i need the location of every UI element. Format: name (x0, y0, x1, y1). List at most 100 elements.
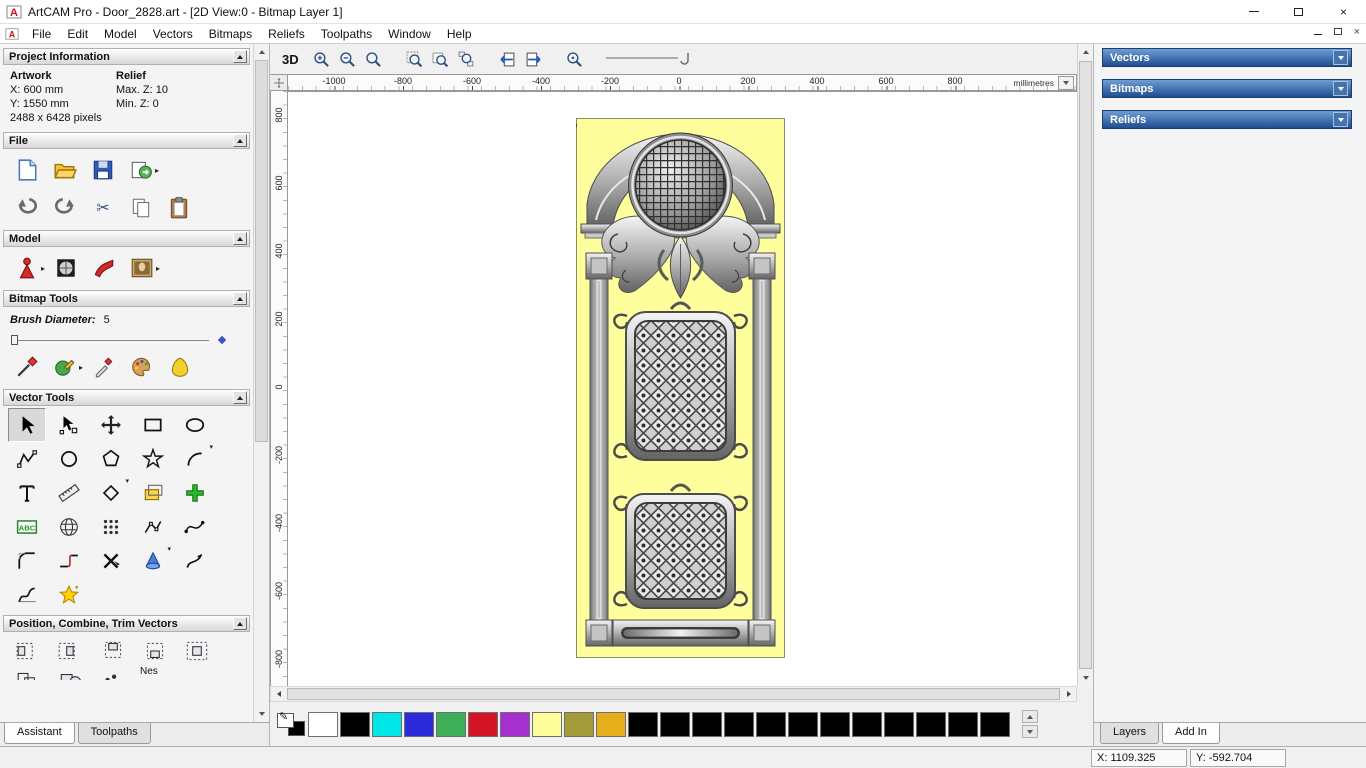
collapse-button[interactable] (233, 617, 247, 630)
child-close-button[interactable]: × (1354, 26, 1360, 38)
fillet-vectors-icon[interactable] (8, 544, 46, 578)
collapse-button[interactable] (233, 50, 247, 63)
create-polyline-icon[interactable] (8, 442, 46, 476)
align-top-icon[interactable] (92, 636, 134, 666)
palette-swatch[interactable] (724, 711, 754, 737)
create-ellipse-icon[interactable] (176, 408, 214, 442)
cut-icon[interactable]: ✂ (84, 191, 122, 225)
nesting-icon[interactable]: Nes (140, 666, 158, 677)
horizontal-scrollbar[interactable] (270, 686, 1077, 702)
scroll-right-button[interactable] (1061, 687, 1076, 701)
bitmaps-section-bar[interactable]: Bitmaps (1102, 79, 1352, 98)
zoom-out-icon[interactable] (336, 48, 359, 71)
select-vectors-icon[interactable] (8, 408, 46, 442)
tab-assistant[interactable]: Assistant (4, 723, 75, 744)
scroll-up-button[interactable] (254, 44, 269, 60)
scroll-down-button[interactable] (254, 706, 269, 722)
create-door-shape-icon[interactable]: ▾ (92, 476, 130, 510)
palette-swatch[interactable] (820, 711, 850, 737)
transform-vectors-icon[interactable] (50, 408, 88, 442)
align-left-icon[interactable] (8, 636, 50, 666)
scrollbar-thumb[interactable] (255, 60, 268, 442)
palette-swatch[interactable] (404, 711, 434, 737)
palette-swatch[interactable] (660, 711, 690, 737)
collapse-button[interactable] (233, 292, 247, 305)
trim-vectors-icon[interactable] (92, 544, 130, 578)
close-button[interactable]: × (1321, 0, 1366, 23)
menu-edit[interactable]: Edit (59, 25, 96, 43)
zoom-fit-drawing-icon[interactable] (429, 48, 452, 71)
palette-swatch[interactable] (916, 711, 946, 737)
dropdown-arrow-icon[interactable]: ▾ (125, 477, 129, 485)
centre-in-page-icon[interactable] (176, 636, 218, 666)
view-3d-button[interactable]: 3D (280, 50, 307, 69)
create-polygon-icon[interactable] (92, 442, 130, 476)
brush-diameter-slider[interactable] (10, 333, 243, 347)
palette-scroll-up-button[interactable] (1022, 710, 1038, 723)
ruler-units-dropdown[interactable] (1058, 76, 1074, 90)
palette-swatch[interactable] (948, 711, 978, 737)
palette-swatch[interactable] (884, 711, 914, 737)
palette-swatch[interactable] (468, 711, 498, 737)
create-star-icon[interactable] (134, 442, 172, 476)
vectors-dropdown-button[interactable] (1333, 50, 1348, 65)
scroll-down-button[interactable] (1078, 670, 1093, 686)
weld-vectors-icon[interactable] (50, 666, 92, 680)
save-model-icon[interactable] (84, 153, 122, 187)
set-model-size-icon[interactable] (8, 251, 46, 285)
free-fillet-icon[interactable] (176, 544, 214, 578)
menu-vectors[interactable]: Vectors (145, 25, 201, 43)
menu-window[interactable]: Window (380, 25, 439, 43)
next-bitmap-layer-icon[interactable] (522, 48, 545, 71)
palette-swatch[interactable] (500, 711, 530, 737)
drawing-canvas[interactable] (288, 91, 1077, 686)
menu-bitmaps[interactable]: Bitmaps (201, 25, 260, 43)
child-minimize-button[interactable] (1313, 26, 1322, 38)
palette-swatch[interactable] (628, 711, 658, 737)
text-on-curve-icon[interactable]: ABC (8, 510, 46, 544)
reliefs-section-bar[interactable]: Reliefs (1102, 110, 1352, 129)
copy-icon[interactable] (122, 191, 160, 225)
block-paste-icon[interactable] (176, 476, 214, 510)
bitmaps-dropdown-button[interactable] (1333, 81, 1348, 96)
child-restore-button[interactable] (1333, 26, 1342, 38)
vectors-section-bar[interactable]: Vectors (1102, 48, 1352, 67)
fit-curve-icon[interactable] (176, 510, 214, 544)
create-text-icon[interactable] (8, 476, 46, 510)
redo-icon[interactable] (46, 191, 84, 225)
cross-section-icon[interactable] (8, 578, 46, 612)
draw-icon[interactable] (46, 350, 84, 384)
collapse-button[interactable] (233, 134, 247, 147)
paint-colour-indicator[interactable]: ✎ (276, 711, 306, 737)
magic-wand-icon[interactable] (50, 578, 88, 612)
colour-palette-icon[interactable] (123, 350, 161, 384)
palette-swatch[interactable] (756, 711, 786, 737)
zoom-in-icon[interactable] (310, 48, 333, 71)
group-vectors-icon[interactable] (8, 666, 50, 680)
undo-icon[interactable] (8, 191, 46, 225)
measure-icon[interactable] (50, 476, 88, 510)
block-copy-icon[interactable] (92, 510, 130, 544)
palette-swatch[interactable] (372, 711, 402, 737)
palette-swatch[interactable] (436, 711, 466, 737)
dropdown-arrow-icon[interactable]: ▾ (167, 545, 171, 553)
palette-swatch[interactable] (692, 711, 722, 737)
reliefs-dropdown-button[interactable] (1333, 112, 1348, 127)
create-circle-icon[interactable] (50, 442, 88, 476)
wrap-vectors-icon[interactable] (50, 510, 88, 544)
import-model-icon[interactable] (122, 153, 160, 187)
new-model-icon[interactable] (8, 153, 46, 187)
palette-scroll-down-button[interactable] (1022, 725, 1038, 738)
paint-icon[interactable] (8, 350, 46, 384)
subtract-vectors-icon[interactable] (92, 666, 134, 680)
menu-help[interactable]: Help (439, 25, 480, 43)
open-model-icon[interactable] (46, 153, 84, 187)
palette-swatch[interactable] (980, 711, 1010, 737)
greyscale-view-icon[interactable] (47, 251, 85, 285)
palette-swatch[interactable] (564, 711, 594, 737)
align-right-icon[interactable] (50, 636, 92, 666)
palette-swatch[interactable] (852, 711, 882, 737)
assistant-scrollbar[interactable] (253, 44, 269, 722)
restore-button[interactable] (1276, 0, 1321, 23)
join-vectors-icon[interactable] (50, 544, 88, 578)
